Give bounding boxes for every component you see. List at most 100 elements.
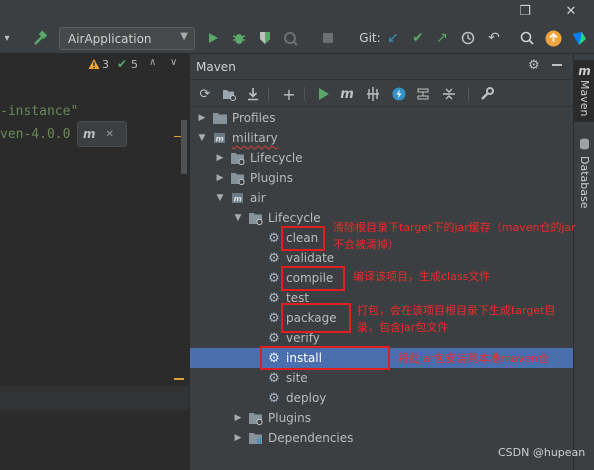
tree-item-label: air	[250, 191, 266, 205]
tree-item-air[interactable]: ▼ m air	[190, 188, 574, 208]
goal-label: site	[286, 371, 308, 385]
debug-bug-icon[interactable]	[230, 27, 248, 49]
annotation-box-install	[260, 346, 390, 370]
chevron-right-icon[interactable]: ▶	[196, 108, 208, 128]
gear-icon: ⚙	[268, 290, 280, 306]
tree-item-label: Lifecycle	[250, 151, 303, 165]
annotation-box-clean	[281, 226, 325, 251]
execute-goal-icon[interactable]: m	[336, 83, 358, 105]
run-icon[interactable]	[312, 83, 334, 105]
gear-icon: ⚙	[268, 310, 280, 326]
gear-icon: ⚙	[268, 250, 280, 266]
add-icon[interactable]: +	[278, 83, 300, 105]
update-icon[interactable]	[543, 27, 563, 49]
chevron-right-icon[interactable]: ▶	[214, 148, 226, 168]
maven-reload-icon[interactable]: m	[83, 127, 96, 141]
wrench-icon[interactable]	[476, 83, 498, 105]
profile-icon[interactable]	[280, 27, 302, 49]
gear-icon: ⚙	[268, 370, 280, 386]
maven-toolbar: ⟳ + m	[190, 81, 574, 107]
gear-icon: ⚙	[268, 230, 280, 246]
editor-inspection-bar: 3 ✔ 5 ∧ ∨	[0, 54, 189, 78]
title-bar: ❐ ✕	[0, 0, 594, 22]
lifecycle-folder-icon	[248, 208, 264, 228]
warning-icon[interactable]	[88, 58, 100, 73]
generate-sources-icon[interactable]	[218, 83, 240, 105]
right-tool-strip: m Maven Database	[573, 54, 594, 470]
annotation-box-compile	[281, 266, 345, 291]
search-icon[interactable]	[518, 27, 536, 49]
tab-maven[interactable]: m Maven	[574, 60, 594, 123]
rollback-icon[interactable]: ↶	[485, 27, 503, 49]
check-count: 5	[131, 58, 138, 71]
watermark: CSDN @hupean	[498, 446, 586, 459]
chevron-down-icon[interactable]: ∨	[170, 57, 177, 68]
history-icon[interactable]	[459, 27, 477, 49]
run-icon[interactable]	[204, 27, 222, 49]
dropdown-arrow-icon[interactable]: ▾	[0, 27, 14, 49]
editor-area[interactable]: 3 ✔ 5 ∧ ∨ -instance" ven-4.0.0 m ✕	[0, 54, 189, 470]
maven-panel-header: Maven ⚙	[190, 54, 574, 80]
gear-icon: ⚙	[268, 390, 280, 406]
maven-icon: m	[578, 64, 591, 78]
tree-item-profiles[interactable]: ▶ Profiles	[190, 108, 574, 128]
chevron-down-icon[interactable]: ▼	[214, 188, 226, 208]
annotation-note-clean: 清除根目录下target下的jar缓存（maven仓的jar不会被清掉）	[333, 221, 576, 251]
minimize-icon[interactable]	[552, 58, 562, 72]
chevron-down-icon: ▼	[180, 31, 188, 42]
skip-tests-icon[interactable]	[388, 83, 410, 105]
git-update-icon[interactable]: ↙	[384, 27, 402, 49]
tab-database[interactable]: Database	[574, 134, 594, 213]
goal-deploy[interactable]: ⚙ deploy	[190, 388, 574, 408]
restore-window-icon[interactable]: ❐	[510, 0, 540, 22]
tree-item-label: Lifecycle	[268, 211, 321, 225]
plugin-logo-icon[interactable]	[570, 27, 588, 49]
coverage-icon[interactable]	[256, 27, 274, 49]
close-icon[interactable]: ✕	[106, 129, 114, 140]
goal-label: validate	[286, 251, 335, 265]
toolbar-separator	[304, 87, 305, 101]
stop-icon[interactable]	[320, 27, 336, 49]
maven-module-icon: m	[212, 128, 228, 148]
chevron-up-icon[interactable]: ∧	[149, 57, 156, 68]
svg-text:m: m	[234, 195, 242, 204]
tree-item-label: Dependencies	[268, 431, 354, 445]
build-hammer-icon[interactable]	[30, 27, 52, 49]
lifecycle-folder-icon	[230, 148, 246, 168]
annotation-box-package	[281, 303, 351, 333]
tree-item-military-lifecycle[interactable]: ▶ Lifecycle	[190, 148, 574, 168]
tree-item-military-plugins[interactable]: ▶ Plugins	[190, 168, 574, 188]
chevron-right-icon[interactable]: ▶	[232, 428, 244, 448]
chevron-right-icon[interactable]: ▶	[214, 168, 226, 188]
tree-item-air-dependencies[interactable]: ▶ Dependencies	[190, 428, 574, 448]
git-commit-icon[interactable]: ✔	[409, 27, 427, 49]
main-toolbar: ▾ AirApplication ▼ Git: ↙ ✔ ↗ ↶	[0, 22, 594, 54]
run-configuration-select[interactable]: AirApplication ▼	[59, 27, 195, 50]
svg-text:m: m	[216, 135, 224, 144]
panel-title: Maven	[196, 59, 236, 74]
check-icon[interactable]: ✔	[117, 57, 127, 71]
maven-tool-window: Maven ⚙ ⟳ + m ▶ Profiles ▼ m military ▶ …	[189, 54, 574, 470]
download-icon[interactable]	[242, 83, 264, 105]
goal-site[interactable]: ⚙ site	[190, 368, 574, 388]
chevron-right-icon[interactable]: ▶	[232, 408, 244, 428]
gear-icon[interactable]: ⚙	[528, 58, 540, 73]
editor-scrollbar[interactable]	[181, 120, 187, 174]
goal-label: deploy	[286, 391, 327, 405]
maven-load-changes-popup[interactable]: m ✕	[77, 121, 127, 147]
git-push-icon[interactable]: ↗	[433, 27, 451, 49]
tab-database-label: Database	[578, 156, 591, 209]
tree-item-military[interactable]: ▼ m military	[190, 128, 574, 148]
chevron-down-icon[interactable]: ▼	[196, 128, 208, 148]
close-window-icon[interactable]: ✕	[556, 0, 586, 22]
collapse-all-icon[interactable]	[438, 83, 460, 105]
reload-icon[interactable]: ⟳	[194, 83, 216, 105]
run-configuration-label: AirApplication	[68, 31, 152, 46]
tree-item-label: Plugins	[250, 171, 293, 185]
chevron-down-icon[interactable]: ▼	[232, 208, 244, 228]
tree-item-air-plugins[interactable]: ▶ Plugins	[190, 408, 574, 428]
tree-item-label: Plugins	[268, 411, 311, 425]
code-line: -instance"	[0, 104, 79, 119]
toggle-offline-icon[interactable]	[362, 83, 384, 105]
show-dependencies-icon[interactable]	[412, 83, 434, 105]
